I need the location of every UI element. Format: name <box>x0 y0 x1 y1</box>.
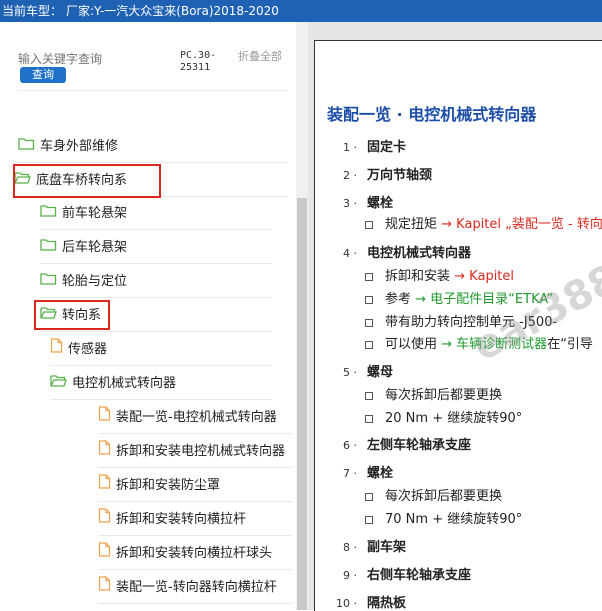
document-icon <box>98 537 111 570</box>
doc-bullet: 70 Nm + 继续旋转90° <box>365 508 522 527</box>
doc-bullet: 拆卸和安装 → Kapitel <box>365 265 514 284</box>
tree-item-label: 装配一览-转向器转向横拉杆 <box>116 580 277 595</box>
doc-bullet: 带有助力转向控制单元 -J500- <box>365 311 557 330</box>
tree-item-label: 轮胎与定位 <box>62 274 128 289</box>
tree-item-label: 拆卸和安装防尘罩 <box>116 478 221 493</box>
folder-icon <box>40 197 57 230</box>
collapse-all-button[interactable]: 折叠全部 <box>238 50 282 63</box>
category-tree: 车内外部维修车身外部维修底盘车桥转向系前车轮悬架后车轮悬架轮胎与定位转向系传感器… <box>0 84 296 610</box>
folder-icon <box>18 130 35 163</box>
tree-item[interactable]: 拆卸和安装电控机械式转向器 <box>98 435 292 468</box>
tree-item[interactable]: 拆卸和安装转向横拉杆球头 <box>98 537 292 570</box>
doc-item-2: 2 · 万向节轴颈 <box>343 168 433 183</box>
doc-item-4: 4 · 电控机械式转向器 <box>343 246 472 261</box>
doc-bullet: 规定扭矩 → Kapitel „装配一览 - 转向 <box>365 213 602 232</box>
tree-item-label: 拆卸和安装电控机械式转向器 <box>116 444 286 459</box>
doc-bullet: 可以使用 → 车辆诊断测试器在“引导 <box>365 333 593 352</box>
tree-item-label: 车身外部维修 <box>40 139 119 154</box>
kapitel-link[interactable]: → Kapitel <box>454 269 514 284</box>
folder-icon <box>40 231 57 264</box>
document-icon <box>98 435 111 468</box>
etka-link[interactable]: → 电子配件目录“ETKA” <box>415 292 553 307</box>
highlight-box <box>34 300 110 330</box>
doc-item-3: 3 · 螺栓 <box>343 196 394 211</box>
tree-item-label: 后车轮悬架 <box>62 240 128 255</box>
doc-bullet: 每次拆卸后都要更换 <box>365 384 502 403</box>
search-input[interactable] <box>18 50 168 68</box>
current-model-label: 当前车型： <box>2 4 63 18</box>
navigation-panel: 查询 PC.30-25311 折叠全部 车内外部维修车身外部维修底盘车桥转向系前… <box>0 22 306 610</box>
current-model-value: 厂家:Y-一汽大众宝来(Bora)2018-2020 <box>66 4 279 18</box>
tree-item[interactable]: 后车轮悬架 <box>40 231 272 264</box>
doc-item-8: 8 · 副车架 <box>343 540 407 555</box>
search-bar: 查询 PC.30-25311 折叠全部 <box>0 22 306 84</box>
folder-icon <box>18 84 35 91</box>
tree-item[interactable]: 电控机械式转向器 <box>50 367 272 400</box>
highlight-box <box>13 164 161 198</box>
doc-bullet: 每次拆卸后都要更换 <box>365 485 502 504</box>
tree-item[interactable]: 拆卸和安装转向横拉杆 <box>98 503 292 536</box>
tree-item[interactable]: 传感器 <box>50 333 272 366</box>
tree-item[interactable]: 拆卸和安装防尘罩 <box>98 469 292 502</box>
kapitel-link[interactable]: → Kapitel „装配一览 - 转向 <box>441 217 602 232</box>
tree-item[interactable]: 车内外部维修 <box>18 84 288 91</box>
document-icon <box>98 571 111 604</box>
doc-item-1: 1 · 固定卡 <box>343 140 407 155</box>
document-title: 装配一览 · 电控机械式转向器 <box>327 105 537 124</box>
tree-item[interactable]: 装配一览-转向器转向横拉杆 <box>98 571 292 604</box>
tree-scrollbar[interactable] <box>296 22 308 610</box>
diagnostic-link[interactable]: → 车辆诊断测试器 <box>441 337 547 352</box>
tree-item-label: 前车轮悬架 <box>62 206 128 221</box>
document-icon <box>98 503 111 536</box>
tree-item-label: 拆卸和安装转向横拉杆 <box>116 512 247 527</box>
doc-bullet: 20 Nm + 继续旋转90° <box>365 407 522 426</box>
doc-item-6: 6 · 左侧车轮轴承支座 <box>343 438 472 453</box>
doc-item-9: 9 · 右侧车轮轴承支座 <box>343 568 472 583</box>
doc-item-7: 7 · 螺栓 <box>343 466 394 481</box>
doc-item-5: 5 · 螺母 <box>343 365 394 380</box>
document-icon <box>50 333 63 366</box>
folder-open-icon <box>50 367 67 400</box>
scrollbar-thumb[interactable] <box>297 198 307 610</box>
tree-item[interactable]: 前车轮悬架 <box>40 197 272 230</box>
document-panel: 装配一览 · 电控机械式转向器 1 · 固定卡 2 · 万向节轴颈 3 · 螺栓 规定… <box>314 40 602 611</box>
tree-item-label: 拆卸和安装转向横拉杆球头 <box>116 546 273 561</box>
tree-item-label: 电控机械式转向器 <box>72 376 177 391</box>
tree-item[interactable]: 深度维修转向器 <box>98 605 292 610</box>
tree-item[interactable]: 轮胎与定位 <box>40 265 272 298</box>
tree-item[interactable]: 车身外部维修 <box>18 130 288 163</box>
document-icon <box>98 605 111 610</box>
doc-item-10: 10 · 隔热板 <box>336 596 407 611</box>
title-bar: 当前车型： 厂家:Y-一汽大众宝来(Bora)2018-2020 <box>0 0 602 22</box>
document-icon <box>98 401 111 434</box>
pc-code: PC.30-25311 <box>180 50 217 73</box>
folder-icon <box>40 265 57 298</box>
doc-bullet: 参考 → 电子配件目录“ETKA” <box>365 288 553 307</box>
document-icon <box>98 469 111 502</box>
tree-item[interactable]: 装配一览-电控机械式转向器 <box>98 401 292 434</box>
tree-item-label: 传感器 <box>68 342 108 357</box>
tree-item-label: 装配一览-电控机械式转向器 <box>116 410 277 425</box>
search-button[interactable]: 查询 <box>20 67 66 83</box>
